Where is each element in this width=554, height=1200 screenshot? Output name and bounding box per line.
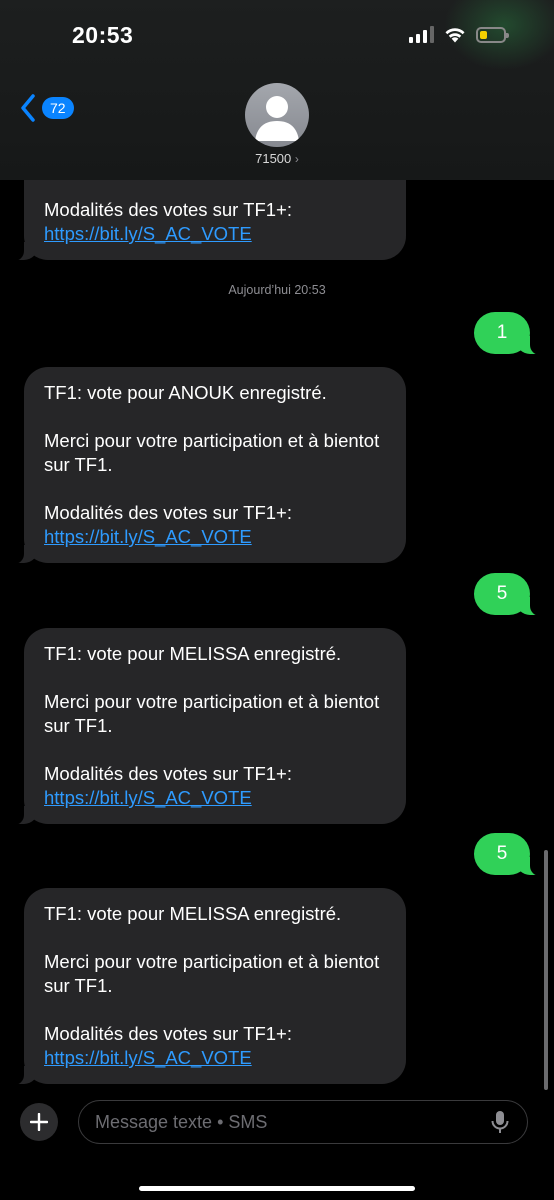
message-line: Merci pour votre participation et à bien…: [44, 951, 380, 996]
message-input[interactable]: [78, 1100, 528, 1144]
message-line: TF1: vote pour ANOUK enregistré.: [44, 382, 327, 403]
message-link[interactable]: https://bit.ly/S_AC_VOTE: [44, 787, 252, 808]
message-text: Modalités des votes sur TF1+: https://bi…: [44, 199, 292, 244]
unread-count-badge: 72: [42, 97, 74, 119]
scrollbar[interactable]: [544, 850, 548, 1090]
status-icons: [409, 26, 509, 43]
message-incoming[interactable]: TF1: vote pour MELISSA enregistré. Merci…: [10, 888, 406, 1085]
apps-plus-button[interactable]: [20, 1103, 58, 1141]
plus-icon: [30, 1113, 48, 1131]
microphone-icon: [491, 1111, 509, 1133]
cellular-signal-icon: [409, 26, 434, 43]
message-outgoing[interactable]: 5: [474, 573, 544, 616]
battery-level: [480, 30, 487, 39]
message-link[interactable]: https://bit.ly/S_AC_VOTE: [44, 1047, 252, 1068]
person-icon: [255, 96, 299, 141]
home-indicator[interactable]: [139, 1186, 415, 1191]
message-incoming[interactable]: TF1: vote pour ANOUK enregistré. Merci p…: [10, 367, 406, 564]
chevron-left-icon: [21, 94, 35, 122]
message-outgoing[interactable]: 1: [474, 312, 544, 355]
chevron-right-icon: ›: [294, 152, 299, 166]
dictation-button[interactable]: [490, 1110, 510, 1139]
message-incoming[interactable]: TF1: vote pour MELISSA enregistré. Merci…: [10, 628, 406, 825]
message-line: Modalités des votes sur TF1+: https://bi…: [44, 1023, 292, 1068]
status-time: 20:53: [72, 22, 134, 48]
message-line: Merci pour votre participation et à bien…: [44, 691, 380, 736]
conversation-timestamp: Aujourd’hui 20:53: [228, 283, 326, 297]
message-line: Modalités des votes sur TF1+: https://bi…: [44, 502, 292, 547]
contact-name-button[interactable]: 71500 ›: [0, 151, 554, 166]
contact-name: 71500: [255, 151, 292, 166]
message-link[interactable]: https://bit.ly/S_AC_VOTE: [44, 526, 252, 547]
message-line: Merci pour votre participation et à bien…: [44, 430, 380, 475]
message-line: Modalités des votes sur TF1+: https://bi…: [44, 763, 292, 808]
message-outgoing[interactable]: 5: [474, 833, 544, 876]
message-line: TF1: vote pour MELISSA enregistré.: [44, 903, 342, 924]
message-link[interactable]: https://bit.ly/S_AC_VOTE: [44, 223, 252, 244]
wifi-icon: [445, 28, 465, 43]
battery-icon: [476, 26, 509, 43]
contact-avatar[interactable]: [245, 83, 309, 147]
conversation-header: 20:53 72 71500 ›: [0, 0, 554, 180]
message-line: TF1: vote pour MELISSA enregistré.: [44, 643, 342, 664]
back-button[interactable]: 72: [20, 94, 74, 122]
